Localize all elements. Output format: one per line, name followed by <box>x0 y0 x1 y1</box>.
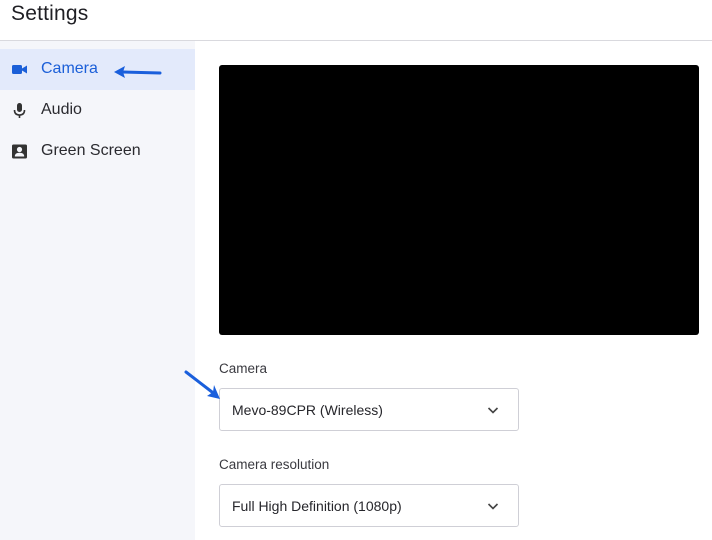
camera-resolution-select-value: Full High Definition (1080p) <box>232 498 402 514</box>
annotation-arrow-icon <box>114 66 162 78</box>
sidebar-item-label: Audio <box>41 101 82 118</box>
camera-preview <box>219 65 699 335</box>
chevron-down-icon <box>486 499 500 513</box>
sidebar-item-label: Green Screen <box>41 142 141 159</box>
chevron-down-icon <box>486 403 500 417</box>
camera-resolution-select[interactable]: Full High Definition (1080p) <box>219 484 519 527</box>
page-title: Settings <box>11 2 89 25</box>
sidebar-item-green-screen[interactable]: Green Screen <box>0 131 195 172</box>
sidebar: Camera Audio Green Screen <box>0 41 195 540</box>
video-camera-icon <box>11 61 28 78</box>
annotation-arrow-icon <box>184 370 220 399</box>
header: Settings <box>0 0 712 41</box>
portrait-icon <box>11 143 28 160</box>
camera-label: Camera <box>219 361 268 376</box>
camera-select[interactable]: Mevo-89CPR (Wireless) <box>219 388 519 431</box>
camera-resolution-label: Camera resolution <box>219 457 330 472</box>
sidebar-item-audio[interactable]: Audio <box>0 90 195 131</box>
sidebar-item-label: Camera <box>41 60 98 77</box>
camera-select-value: Mevo-89CPR (Wireless) <box>232 402 383 418</box>
microphone-icon <box>11 102 28 119</box>
